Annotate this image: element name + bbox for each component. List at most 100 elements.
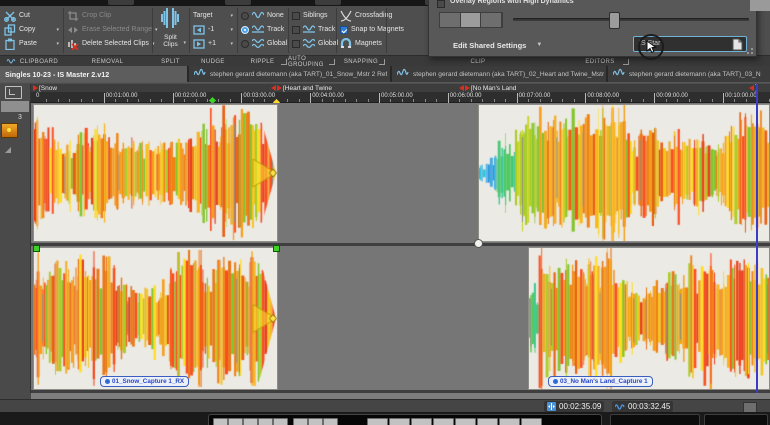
arrange-area[interactable]: 01_Snow_Capture 1_RX 03_No Man's Land_Cap… <box>31 103 770 393</box>
document-tab-1[interactable]: Singles 10-23 - IS Master 2.v12 <box>0 66 187 82</box>
crossfading-button[interactable]: Crossfading <box>340 9 382 22</box>
transport-button[interactable] <box>411 418 432 425</box>
playhead-cursor[interactable] <box>756 84 758 393</box>
global-check[interactable]: Global <box>292 37 332 50</box>
timeline-marker-heart-and-twine[interactable]: [Heart and Twine <box>271 84 332 92</box>
track-radio[interactable]: Track <box>241 23 284 36</box>
checkbox-icon <box>292 26 300 34</box>
waveform-icon <box>194 68 206 80</box>
clip-handle[interactable] <box>273 245 280 252</box>
transport-button[interactable] <box>243 418 258 425</box>
transport-button[interactable] <box>293 418 308 425</box>
ruler-minor-tick <box>551 99 552 102</box>
delete-icon <box>67 38 79 50</box>
ruler-label: 00:09:00.00 <box>656 93 688 99</box>
clip-handle[interactable] <box>474 239 483 248</box>
split-clips-button[interactable]: Split Clips▾ <box>152 8 189 48</box>
transport-button[interactable] <box>273 418 288 425</box>
transport-button[interactable] <box>308 418 323 425</box>
dropdown-arrow-icon: ▾ <box>230 27 233 33</box>
transport-button[interactable] <box>521 418 542 425</box>
ruler-label: 00:01:00.00 <box>106 93 138 99</box>
track-number: 3 <box>18 114 22 121</box>
global-radio[interactable]: Global <box>241 37 284 50</box>
ruler-minor-tick <box>528 99 529 102</box>
clip-tag-icon <box>553 379 558 384</box>
ruler-tick <box>585 93 586 103</box>
document-tab-4[interactable]: stephen gerard dietemann (aka TART)_03_N <box>608 66 770 82</box>
target-button[interactable]: Target▾ <box>193 9 233 22</box>
dynamics-slider-track[interactable] <box>513 18 749 21</box>
ruler-minor-tick <box>322 99 323 102</box>
transport-button[interactable] <box>213 418 228 425</box>
ruler-minor-tick <box>459 99 460 102</box>
timeline-marker-no-man-s-land[interactable]: [No Man's Land <box>459 84 516 92</box>
ruler-minor-tick <box>540 99 541 102</box>
position-icon <box>547 402 556 411</box>
siblings-check[interactable]: Siblings <box>292 9 332 22</box>
document-tab-3[interactable]: stephen gerard dietemann (aka TART)_02_H… <box>392 66 606 82</box>
transport-button[interactable] <box>499 418 520 425</box>
wave-single-icon <box>7 57 15 65</box>
transport-button[interactable] <box>323 418 338 425</box>
group-expand-icon[interactable] <box>281 59 287 65</box>
transport-button[interactable] <box>455 418 476 425</box>
snap-to-magnets-check[interactable]: Snap to Magnets <box>340 23 382 36</box>
transport-button[interactable] <box>389 418 410 425</box>
ruler-label: 0 <box>36 93 39 99</box>
ruler-minor-tick <box>345 99 346 102</box>
dynamics-slider-handle[interactable] <box>609 12 620 29</box>
timeline-marker-snow[interactable]: [Snow <box>33 84 57 92</box>
ruler-minor-tick <box>390 99 391 102</box>
clip-handle[interactable] <box>33 245 40 252</box>
clip-name-tag[interactable]: 01_Snow_Capture 1_RX <box>100 376 189 387</box>
group-expand-icon[interactable] <box>379 59 385 65</box>
resize-grip-icon[interactable] <box>746 47 753 54</box>
track-tool-strip[interactable] <box>1 101 29 112</box>
marker-lane[interactable]: [Snow[Heart and Twine[No Man's Land] <box>0 84 770 92</box>
magnets-button[interactable]: Magnets <box>340 37 382 50</box>
transport-button[interactable] <box>433 418 454 425</box>
overlay-regions-checkbox[interactable] <box>437 0 445 8</box>
display-mode-segmented-control[interactable] <box>439 12 503 28</box>
crop-icon <box>67 10 79 22</box>
cut-button[interactable]: Cut <box>4 9 59 22</box>
paste-button[interactable]: Paste▾ <box>4 37 59 50</box>
ruler-minor-tick <box>689 99 690 102</box>
ruler-tick <box>379 93 380 103</box>
track-check[interactable]: Track <box>292 23 332 36</box>
radio-icon <box>241 40 249 48</box>
transport-button[interactable] <box>367 418 388 425</box>
overlay-regions-label: Overlay Regions with High Dynamics <box>450 0 574 5</box>
record-arm-button[interactable] <box>1 123 18 138</box>
audio-clip-nomansland-bottom[interactable] <box>528 247 770 390</box>
1-button[interactable]: -1▾ <box>193 23 233 36</box>
none-radio[interactable]: None <box>241 9 284 22</box>
ruler-minor-tick <box>620 99 621 102</box>
1-button[interactable]: +1▾ <box>193 37 233 50</box>
group-expand-icon[interactable] <box>329 59 335 65</box>
page-icon[interactable] <box>732 38 743 51</box>
delete-selected-clips-button[interactable]: Delete Selected Clips▾ <box>67 37 148 50</box>
audio-clip-nomansland-top[interactable] <box>478 104 770 242</box>
ruler-minor-tick <box>299 99 300 102</box>
edit-shared-settings-button[interactable]: Edit Shared Settings ▼ <box>453 38 542 52</box>
copy-button[interactable]: Copy▾ <box>4 23 59 36</box>
audio-clip-snow-bottom[interactable] <box>33 247 278 390</box>
titlebar-corner-button[interactable] <box>750 0 770 11</box>
expand-triangle-icon[interactable] <box>5 147 11 153</box>
ruler-minor-tick <box>207 99 208 102</box>
track-divider[interactable] <box>31 243 770 246</box>
clip-name-tag[interactable]: 03_No Man's Land_Capture 1 <box>548 376 653 387</box>
ruler-minor-tick <box>608 99 609 102</box>
detach-window-icon[interactable] <box>5 86 22 99</box>
paste-icon <box>4 38 16 50</box>
audio-clip-snow-top[interactable] <box>33 104 278 242</box>
checkbox-icon <box>292 12 300 20</box>
group-expand-icon[interactable] <box>623 59 629 65</box>
transport-button[interactable] <box>228 418 243 425</box>
timeline-ruler[interactable]: 000:01:00.0000:02:00.0000:03:00.0000:04:… <box>31 92 770 103</box>
document-tab-2[interactable]: stephen gerard dietemann (aka TART)_01_S… <box>189 66 390 82</box>
transport-button[interactable] <box>258 418 273 425</box>
transport-button[interactable] <box>477 418 498 425</box>
